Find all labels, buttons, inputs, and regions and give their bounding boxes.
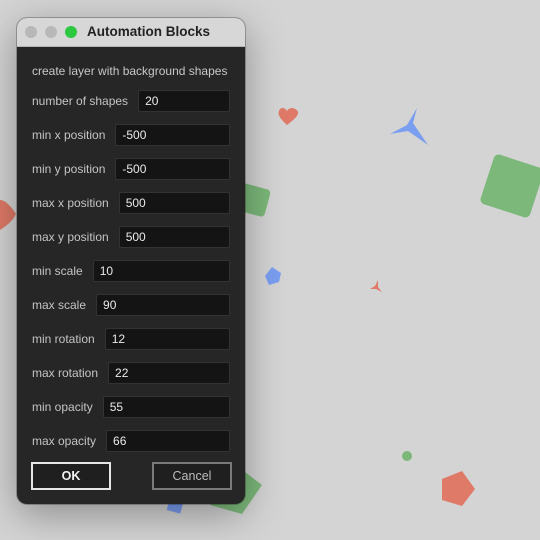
field-row-max-y-position: max y position 500: [32, 220, 230, 254]
field-label: max x position: [32, 196, 109, 210]
heart-shape: [278, 108, 299, 125]
number-of-shapes-input[interactable]: 20: [138, 90, 230, 112]
field-label: max rotation: [32, 366, 99, 380]
field-row-max-x-position: max x position 500: [32, 186, 230, 220]
ok-button[interactable]: OK: [31, 462, 111, 490]
max-opacity-input[interactable]: 66: [106, 430, 230, 452]
field-row-max-rotation: max rotation 22: [32, 356, 230, 390]
red-pentagon-shape: [442, 471, 475, 506]
green-square-shape: [480, 154, 540, 218]
field-label: max scale: [32, 298, 87, 312]
automation-blocks-dialog: Automation Blocks create layer with back…: [17, 18, 245, 504]
max-y-position-input[interactable]: 500: [118, 226, 230, 248]
maximize-button[interactable]: [65, 26, 77, 38]
min-x-position-input[interactable]: -500: [115, 124, 230, 146]
max-x-position-input[interactable]: 500: [118, 192, 230, 214]
max-scale-input[interactable]: 90: [96, 294, 230, 316]
blue-star-shape: [390, 108, 428, 145]
button-row: OK Cancel: [17, 462, 245, 490]
field-row-min-x-position: min x position -500: [32, 118, 230, 152]
red-star-shape: [370, 280, 382, 292]
green-dot-shape: [402, 451, 412, 461]
min-rotation-input[interactable]: 12: [104, 328, 230, 350]
field-row-min-y-position: min y position -500: [32, 152, 230, 186]
field-row-max-scale: max scale 90: [32, 288, 230, 322]
field-label: min x position: [32, 128, 106, 142]
max-rotation-input[interactable]: 22: [108, 362, 230, 384]
dialog-heading: create layer with background shapes: [32, 64, 228, 78]
window-title: Automation Blocks: [87, 24, 211, 39]
min-y-position-input[interactable]: -500: [115, 158, 230, 180]
field-row-number-of-shapes: number of shapes 20: [32, 84, 230, 118]
field-row-max-opacity: max opacity 66: [32, 424, 230, 458]
field-label: min rotation: [32, 332, 95, 346]
min-scale-input[interactable]: 10: [92, 260, 230, 282]
min-opacity-input[interactable]: 55: [102, 396, 230, 418]
minimize-button[interactable]: [45, 26, 57, 38]
field-label: number of shapes: [32, 94, 129, 108]
field-row-min-rotation: min rotation 12: [32, 322, 230, 356]
field-label: min scale: [32, 264, 83, 278]
field-label: min opacity: [32, 400, 93, 414]
cancel-button[interactable]: Cancel: [152, 462, 232, 490]
field-row-min-opacity: min opacity 55: [32, 390, 230, 424]
heart-left-shape: [0, 200, 16, 230]
field-label: max y position: [32, 230, 109, 244]
field-label: max opacity: [32, 434, 97, 448]
field-label: min y position: [32, 162, 106, 176]
blue-pentagon-shape: [265, 267, 281, 285]
field-row-min-scale: min scale 10: [32, 254, 230, 288]
close-button[interactable]: [25, 26, 37, 38]
title-bar[interactable]: Automation Blocks: [17, 18, 245, 47]
